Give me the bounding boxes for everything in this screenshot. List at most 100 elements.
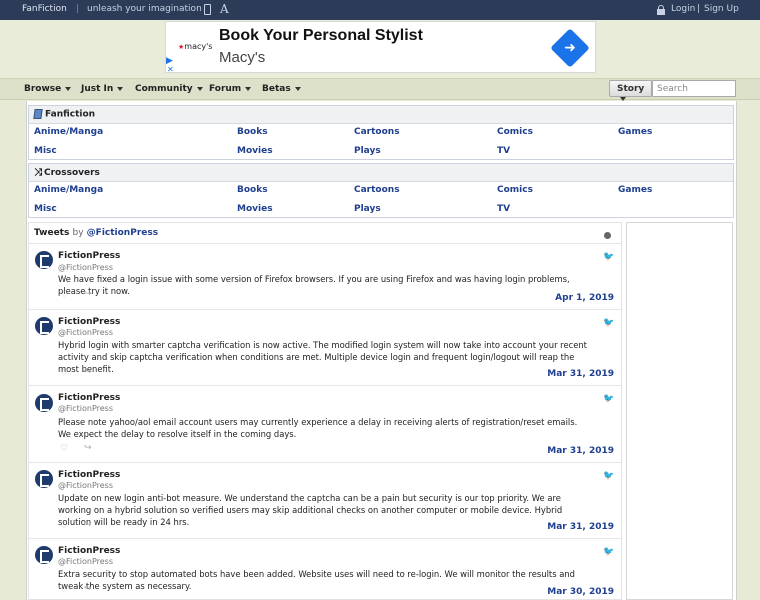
tweet-date[interactable]: Mar 30, 2019 xyxy=(547,587,614,597)
tweet-text: Extra security to stop automated bots ha… xyxy=(58,569,575,591)
tweet-author[interactable]: FictionPress xyxy=(58,470,120,480)
category-link[interactable]: Cartoons xyxy=(354,127,400,137)
nav-browse[interactable]: Browse xyxy=(24,84,72,94)
share-icon[interactable]: ↪ xyxy=(84,443,92,453)
nav-community[interactable]: Community xyxy=(135,84,203,94)
twitter-bird-icon[interactable]: 🐦 xyxy=(603,252,614,262)
tweet-date[interactable]: Mar 31, 2019 xyxy=(547,446,614,456)
tweets-header: Tweets by @FictionPress xyxy=(34,228,159,238)
crossover-link[interactable]: Games xyxy=(618,185,652,195)
signup-link[interactable]: Sign Up xyxy=(704,4,739,14)
advertisement-banner[interactable]: ★macy's Book Your Personal Stylist Macy'… xyxy=(165,21,596,74)
share-icon[interactable]: ↪ xyxy=(84,584,92,594)
tweet-author[interactable]: FictionPress xyxy=(58,546,120,556)
sidebar-box xyxy=(626,222,733,600)
caret-down-icon xyxy=(196,86,203,91)
site-tagline: unleash your imagination xyxy=(87,4,202,14)
heart-icon[interactable]: ♡ xyxy=(60,368,68,378)
category-link[interactable]: TV xyxy=(497,146,510,156)
avatar[interactable] xyxy=(35,394,53,412)
twitter-bird-icon[interactable]: 🐦 xyxy=(603,471,614,481)
twitter-bird-icon[interactable]: 🐦 xyxy=(603,318,614,328)
nav-forum[interactable]: Forum xyxy=(209,84,252,94)
tweet-text: Hybrid login with smarter captcha verifi… xyxy=(58,340,587,374)
tweet[interactable]: FictionPress @FictionPress 🐦 We have fix… xyxy=(29,243,621,309)
nav-betas[interactable]: Betas xyxy=(262,84,301,94)
avatar[interactable] xyxy=(35,317,53,335)
avatar[interactable] xyxy=(35,546,53,564)
ad-close-icon[interactable]: ✕ xyxy=(167,65,174,74)
tweets-handle-link[interactable]: @FictionPress xyxy=(87,228,158,238)
share-icon[interactable]: ↪ xyxy=(84,520,92,530)
crossover-link[interactable]: Anime/Manga xyxy=(34,185,103,195)
top-bar: FanFiction | unleash your imagination A … xyxy=(0,0,760,20)
crossovers-header: ⤨ Crossovers xyxy=(29,164,733,182)
share-icon[interactable]: ↪ xyxy=(84,367,92,377)
search-input[interactable] xyxy=(652,80,736,97)
twitter-bird-icon[interactable]: 🐦 xyxy=(603,547,614,557)
tweet[interactable]: FictionPress @FictionPress 🐦 Please note… xyxy=(29,385,621,462)
caret-down-icon xyxy=(245,86,252,91)
crossover-link[interactable]: TV xyxy=(497,204,510,214)
macys-logo: ★macy's xyxy=(178,42,213,51)
tweet-date[interactable]: Mar 31, 2019 xyxy=(547,522,614,532)
category-link[interactable]: Anime/Manga xyxy=(34,127,103,137)
caret-down-icon xyxy=(620,96,626,101)
book-icon xyxy=(33,109,43,119)
caret-down-icon xyxy=(65,86,72,91)
heart-icon[interactable]: ♡ xyxy=(60,585,68,595)
ad-headline[interactable]: Book Your Personal Stylist xyxy=(219,27,423,45)
tweet-text: Update on new login anti-bot measure. We… xyxy=(58,493,563,527)
category-link[interactable]: Comics xyxy=(497,127,533,137)
crossover-link[interactable]: Plays xyxy=(354,204,381,214)
tweet-handle[interactable]: @FictionPress xyxy=(58,481,113,490)
tweet[interactable]: FictionPress @FictionPress 🐦 Hybrid logi… xyxy=(29,309,621,385)
info-icon[interactable] xyxy=(604,232,611,239)
search-type-select[interactable]: Story xyxy=(609,80,652,101)
category-link[interactable]: Games xyxy=(618,127,652,137)
brand-separator: | xyxy=(76,4,80,14)
category-link[interactable]: Movies xyxy=(237,146,273,156)
shuffle-icon: ⤨ xyxy=(34,167,42,178)
tweet-author[interactable]: FictionPress xyxy=(58,251,120,261)
tweet-date[interactable]: Apr 1, 2019 xyxy=(555,293,614,303)
caret-down-icon xyxy=(294,86,301,91)
site-brand[interactable]: FanFiction xyxy=(22,4,67,14)
tweet-handle[interactable]: @FictionPress xyxy=(58,263,113,272)
category-link[interactable]: Plays xyxy=(354,146,381,156)
avatar[interactable] xyxy=(35,251,53,269)
twitter-bird-icon[interactable]: 🐦 xyxy=(603,394,614,404)
font-settings-icon[interactable]: A xyxy=(220,2,229,16)
category-link[interactable]: Books xyxy=(237,127,268,137)
tweet-text: Please note yahoo/aol email account user… xyxy=(58,417,578,439)
tweet-date[interactable]: Mar 31, 2019 xyxy=(547,369,614,379)
tweet-text: We have fixed a login issue with some ve… xyxy=(58,274,570,296)
fanfiction-header: Fanfiction xyxy=(29,106,733,124)
crossover-link[interactable]: Misc xyxy=(34,204,57,214)
heart-icon[interactable]: ♡ xyxy=(60,521,68,531)
caret-down-icon xyxy=(117,86,124,91)
heart-icon[interactable]: ♡ xyxy=(60,290,68,300)
tweet-handle[interactable]: @FictionPress xyxy=(58,557,113,566)
avatar[interactable] xyxy=(35,470,53,488)
tweet-handle[interactable]: @FictionPress xyxy=(58,328,113,337)
share-icon[interactable]: ↪ xyxy=(84,289,92,299)
tweet-author[interactable]: FictionPress xyxy=(58,393,120,403)
lock-icon xyxy=(657,5,665,15)
arrow-right-icon: ➜ xyxy=(564,40,576,56)
login-divider: | xyxy=(697,4,701,14)
tweet-author[interactable]: FictionPress xyxy=(58,317,120,327)
crossover-link[interactable]: Movies xyxy=(237,204,273,214)
tweet-handle[interactable]: @FictionPress xyxy=(58,404,113,413)
tweet[interactable]: FictionPress @FictionPress 🐦 Update on n… xyxy=(29,462,621,538)
crossover-link[interactable]: Books xyxy=(237,185,268,195)
heart-icon[interactable]: ♡ xyxy=(60,444,68,454)
ad-advertiser[interactable]: Macy's xyxy=(219,49,265,66)
tweet[interactable]: FictionPress @FictionPress 🐦 Extra secur… xyxy=(29,538,621,600)
category-link[interactable]: Misc xyxy=(34,146,57,156)
nav-just-in[interactable]: Just In xyxy=(81,84,124,94)
mobile-icon[interactable] xyxy=(204,4,211,15)
crossover-link[interactable]: Cartoons xyxy=(354,185,400,195)
crossover-link[interactable]: Comics xyxy=(497,185,533,195)
login-link[interactable]: Login xyxy=(671,4,695,14)
